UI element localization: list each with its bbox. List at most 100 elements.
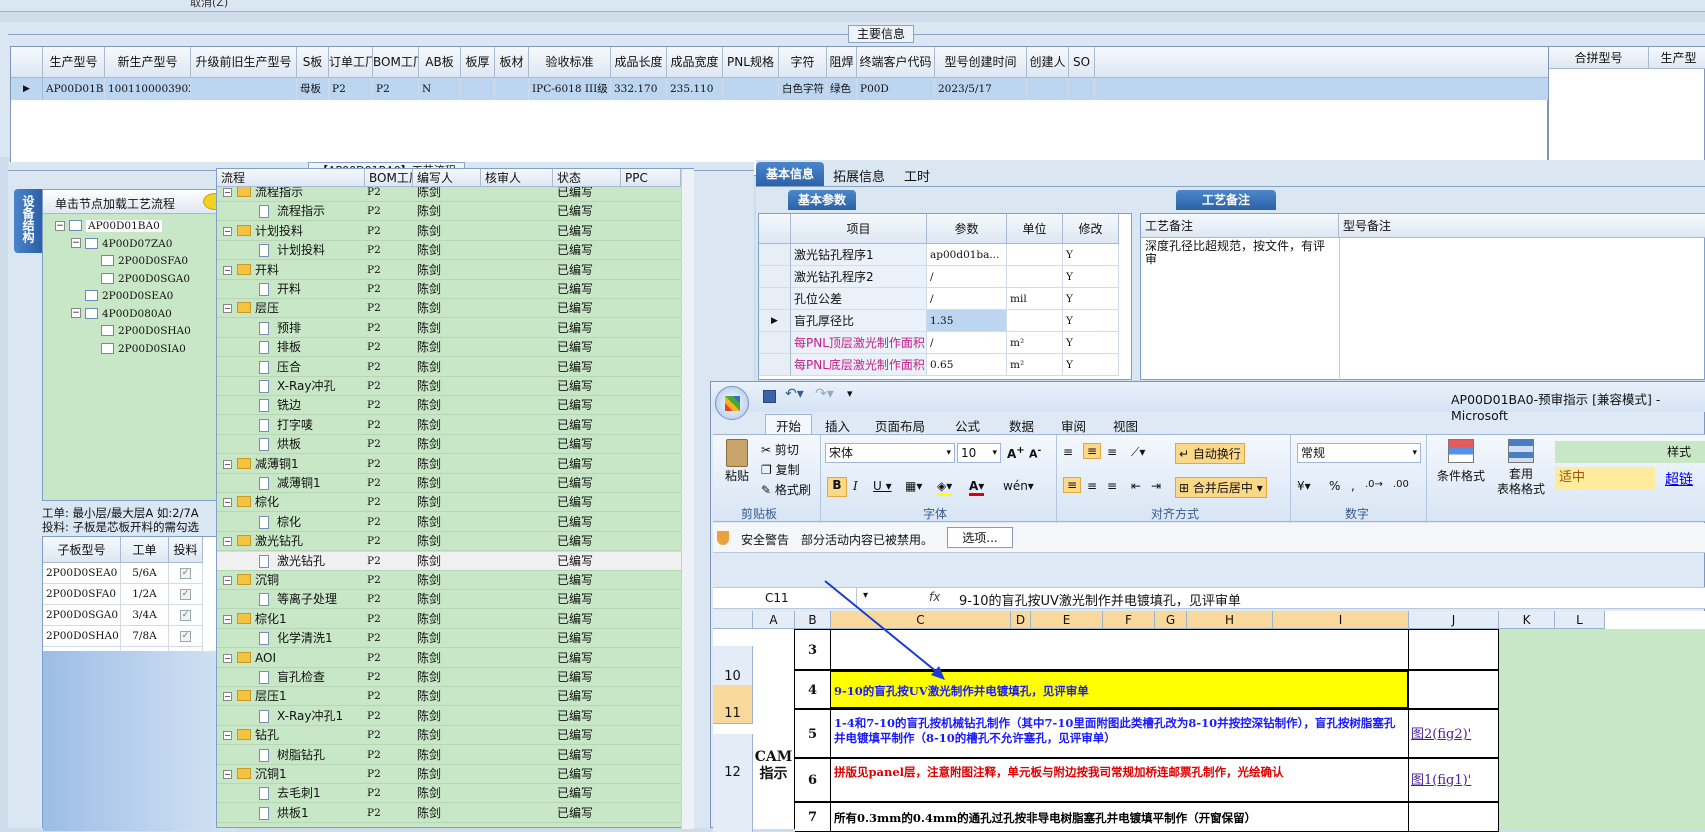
param-cell[interactable]: m² bbox=[1007, 332, 1063, 354]
indent-decrease-icon[interactable]: ⇤ bbox=[1131, 479, 1141, 493]
collapse-icon[interactable]: − bbox=[223, 653, 232, 663]
sub-cell-board[interactable]: 2P00D0SGA0 bbox=[43, 605, 121, 626]
security-options-button[interactable]: 选项... bbox=[947, 527, 1013, 548]
row-indicator[interactable] bbox=[759, 244, 791, 266]
bold-button[interactable]: B bbox=[827, 477, 847, 497]
collapse-icon[interactable]: − bbox=[71, 308, 81, 318]
param-cell[interactable]: 盲孔厚径比 bbox=[791, 310, 927, 332]
tree-node[interactable]: −2P00D0SHA0 bbox=[87, 323, 191, 340]
qat-more-icon[interactable]: ▾ bbox=[847, 387, 853, 400]
param-col-header[interactable]: 参数 bbox=[927, 214, 1007, 244]
flow-row[interactable]: 去毛刺1 P2 陈剑 已编写 bbox=[217, 784, 681, 804]
param-cell[interactable]: 激光钻孔程序1 bbox=[791, 244, 927, 266]
redo-icon[interactable]: ↷▾ bbox=[815, 386, 834, 402]
column-header[interactable]: PNL规格 bbox=[723, 47, 779, 78]
flow-row[interactable]: − 层压1 P2 陈剑 已编写 bbox=[217, 687, 681, 707]
sub-cell-feed[interactable]: ✓ bbox=[169, 584, 203, 605]
flow-col-header[interactable]: BOM工厂 bbox=[365, 169, 413, 187]
flow-row[interactable]: − AOI P2 陈剑 已编写 bbox=[217, 649, 681, 668]
flow-row[interactable]: 流程指示 P2 陈剑 已编写 bbox=[217, 202, 681, 222]
fill-color-icon[interactable]: ◈▾ bbox=[937, 479, 953, 496]
column-header[interactable]: I bbox=[1273, 611, 1409, 629]
flow-row[interactable]: 排板 P2 陈剑 已编写 bbox=[217, 338, 681, 358]
grid-cell[interactable]: 母板 bbox=[297, 78, 329, 100]
column-header[interactable]: 阻焊 bbox=[827, 47, 857, 78]
side-tab-structure[interactable]: 设备结构 bbox=[14, 189, 42, 253]
instruction-cell[interactable]: 拼版见panel层，注意附图注释，单元板与附边按我司常规加桥连邮票孔制作，光绘确… bbox=[831, 758, 1409, 802]
cut-button[interactable]: ✂ 剪切 bbox=[761, 441, 799, 458]
tree-node[interactable]: −2P00D0SEA0 bbox=[71, 288, 173, 305]
align-top-icon[interactable]: ≡ bbox=[1063, 445, 1073, 459]
main-info-row[interactable]: ▶AP00D01BA010011000039023母板P2P2NIPC-6018… bbox=[11, 78, 1549, 100]
column-header[interactable]: 字符 bbox=[779, 47, 827, 78]
column-header[interactable]: 板厚 bbox=[461, 47, 495, 78]
collapse-icon[interactable]: − bbox=[223, 498, 232, 508]
flow-col-header[interactable]: 编写人 bbox=[413, 169, 481, 187]
conditional-format-button[interactable]: 条件格式 bbox=[1433, 439, 1489, 484]
link-cell[interactable] bbox=[1409, 670, 1499, 709]
column-header[interactable]: SO bbox=[1069, 47, 1095, 78]
checkbox[interactable]: ✓ bbox=[180, 589, 191, 600]
flow-row[interactable]: 烘板1 P2 陈剑 已编写 bbox=[217, 804, 681, 823]
flow-row[interactable]: 棕化 P2 陈剑 已编写 bbox=[217, 513, 681, 532]
save-icon[interactable] bbox=[763, 390, 776, 403]
param-cell[interactable] bbox=[1007, 244, 1063, 266]
param-cell[interactable] bbox=[1007, 310, 1063, 332]
column-header[interactable]: 新生产型号 bbox=[105, 47, 191, 78]
flow-row[interactable]: 计划投料 P2 陈剑 已编写 bbox=[217, 241, 681, 261]
tree-node[interactable]: −2P00D0SFA0 bbox=[87, 253, 188, 270]
flow-row[interactable]: 等离子处理 P2 陈剑 已编写 bbox=[217, 590, 681, 610]
param-cell[interactable]: 激光钻孔程序2 bbox=[791, 266, 927, 288]
flow-col-header[interactable]: 核审人 bbox=[481, 169, 553, 187]
undo-icon[interactable]: ↶▾ bbox=[785, 386, 804, 402]
row-indicator[interactable] bbox=[759, 332, 791, 354]
column-header[interactable]: K bbox=[1499, 611, 1555, 629]
grid-cell[interactable] bbox=[723, 78, 779, 100]
ribbon-tab[interactable]: 数据 bbox=[1009, 416, 1034, 435]
flow-row[interactable]: 激光钻孔 P2 陈剑 已编写 bbox=[217, 551, 681, 571]
row-indicator[interactable]: ▶ bbox=[759, 310, 791, 332]
column-header[interactable]: A bbox=[753, 611, 795, 629]
increase-decimal-icon[interactable]: .0→ bbox=[1365, 479, 1383, 490]
param-cell[interactable]: Y bbox=[1063, 332, 1119, 354]
flow-row[interactable]: − 钻孔 P2 陈剑 已编写 bbox=[217, 726, 681, 746]
flow-row[interactable]: − 棕化 P2 陈剑 已编写 bbox=[217, 493, 681, 513]
flow-row[interactable]: − 沉铜1 P2 陈剑 已编写 bbox=[217, 765, 681, 784]
align-center-icon[interactable]: ≡ bbox=[1087, 479, 1097, 493]
copy-button[interactable]: ❐ 复制 bbox=[761, 461, 800, 478]
grid-cell[interactable] bbox=[461, 78, 495, 100]
row-indicator[interactable]: ▶ bbox=[11, 78, 43, 100]
column-header[interactable]: AB板 bbox=[419, 47, 461, 78]
ribbon-tab[interactable]: 审阅 bbox=[1061, 416, 1086, 435]
grid-cell[interactable] bbox=[1027, 78, 1069, 100]
format-painter-button[interactable]: ✎ 格式刷 bbox=[761, 481, 811, 498]
param-cell[interactable]: 每PNL底层激光制作面积 bbox=[791, 354, 927, 376]
param-cell[interactable]: Y bbox=[1063, 354, 1119, 376]
collapse-icon[interactable]: − bbox=[55, 220, 65, 231]
flow-row[interactable]: − 开料 P2 陈剑 已编写 bbox=[217, 261, 681, 280]
flow-row[interactable]: 盲孔检查 P2 陈剑 已编写 bbox=[217, 668, 681, 687]
collapse-icon[interactable]: − bbox=[223, 226, 232, 236]
column-header[interactable]: BOM工厂 bbox=[373, 47, 419, 78]
style-neutral[interactable]: 适中 bbox=[1555, 467, 1655, 489]
column-header[interactable]: L bbox=[1555, 611, 1605, 629]
collapse-icon[interactable]: − bbox=[223, 188, 232, 197]
font-color-icon[interactable]: A▾ bbox=[969, 479, 985, 496]
column-header[interactable]: 生产型号 bbox=[43, 47, 105, 78]
checkbox[interactable]: ✓ bbox=[180, 610, 191, 621]
grid-cell[interactable]: N bbox=[419, 78, 461, 100]
grid-cell[interactable]: 绿色 bbox=[827, 78, 857, 100]
link-cell[interactable]: 图1(fig1)' bbox=[1409, 758, 1499, 802]
font-size-select[interactable]: 10 ▾ bbox=[957, 443, 1001, 463]
collapse-icon[interactable]: − bbox=[223, 692, 232, 702]
grid-cell[interactable]: 2023/5/17 bbox=[935, 78, 1027, 100]
param-cell[interactable]: / bbox=[927, 288, 1007, 310]
collapse-icon[interactable]: − bbox=[223, 304, 232, 314]
flow-row[interactable]: X-Ray冲孔1 P2 陈剑 已编写 bbox=[217, 707, 681, 726]
align-right-icon[interactable]: ≡ bbox=[1107, 479, 1117, 493]
column-header[interactable]: 型号创建时间 bbox=[935, 47, 1027, 78]
instruction-cell[interactable]: 1-4和7-10的盲孔按机械钻孔制作（其中7-10里面附图此类槽孔改为8-10并… bbox=[831, 709, 1409, 758]
ribbon-tab[interactable]: 公式 bbox=[955, 416, 980, 435]
collapse-icon[interactable]: − bbox=[71, 238, 81, 248]
merge-center-button[interactable]: ⊞ 合并后居中 ▾ bbox=[1175, 477, 1267, 498]
